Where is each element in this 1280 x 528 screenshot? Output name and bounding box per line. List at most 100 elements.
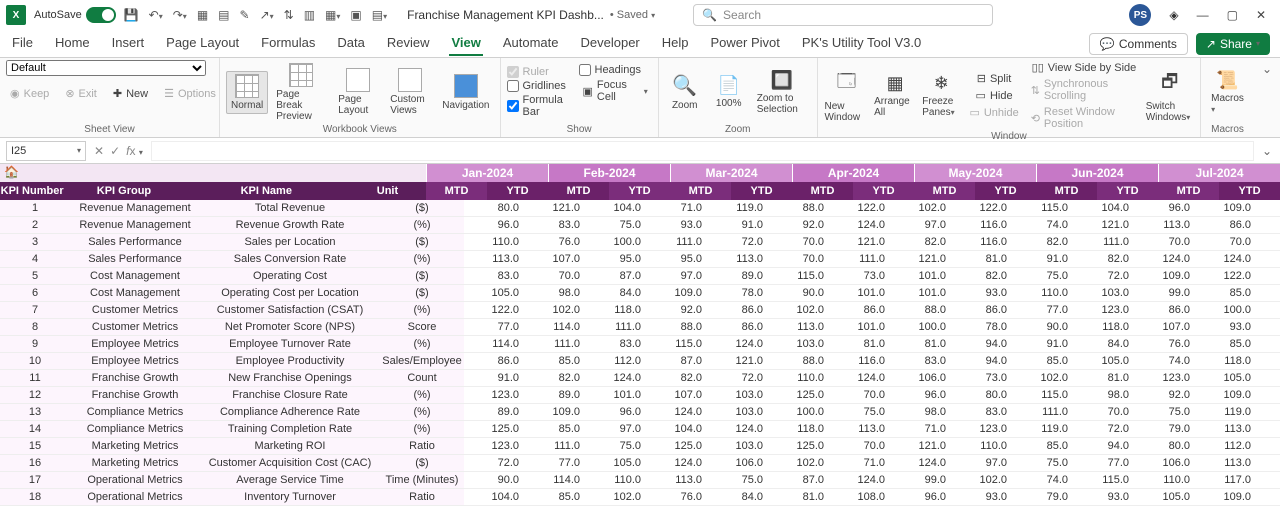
cell-value[interactable]: 84.0	[708, 489, 769, 505]
cell-value[interactable]: 115.0	[1013, 200, 1074, 216]
cell-value[interactable]: 124.0	[1196, 251, 1257, 267]
cell-value[interactable]: 92.0	[647, 302, 708, 318]
cell-value[interactable]: 95.0	[647, 251, 708, 267]
cell-kpi-name[interactable]: Total Revenue	[200, 200, 380, 216]
cell-value[interactable]: 102.0	[769, 302, 830, 318]
cell-value[interactable]: 72.0	[1074, 421, 1135, 437]
cell-value[interactable]: 109.0	[647, 285, 708, 301]
split-button[interactable]: ⊟ Split	[965, 71, 1022, 86]
cell-value[interactable]: 124.0	[891, 455, 952, 471]
cell-value[interactable]: 110.0	[1013, 285, 1074, 301]
cell-kpi-group[interactable]: Operational Metrics	[70, 489, 200, 505]
cell-kpi-name[interactable]: Operating Cost	[200, 268, 380, 284]
cell-value[interactable]: 89.0	[708, 268, 769, 284]
cell-value[interactable]: 98.0	[1074, 387, 1135, 403]
cell-value[interactable]: 81.0	[830, 336, 891, 352]
hdr-mtd[interactable]: MTD	[1036, 182, 1097, 200]
tab-automate[interactable]: Automate	[501, 31, 561, 56]
hdr-ytd[interactable]: YTD	[609, 182, 670, 200]
cell-value[interactable]: 82.0	[891, 234, 952, 250]
cell-value[interactable]: 99.0	[891, 472, 952, 488]
cell-kpi-group[interactable]: Revenue Management	[70, 200, 200, 216]
cell-unit[interactable]: (%)	[380, 251, 464, 267]
cell-value[interactable]: 83.0	[952, 404, 1013, 420]
cell-value[interactable]: 85.0	[525, 489, 586, 505]
month-header[interactable]: Jan-2024	[426, 164, 548, 182]
cell-value[interactable]: 118.0	[1196, 353, 1257, 369]
cell-value[interactable]: 90.0	[1013, 319, 1074, 335]
cell-value[interactable]: 96.0	[1135, 200, 1196, 216]
cell-value[interactable]: 75.0	[586, 438, 647, 454]
enter-formula-icon[interactable]: ✓	[110, 144, 120, 158]
custom-views-button[interactable]: Custom Views	[386, 66, 434, 118]
cell-value[interactable]: 113.0	[1196, 455, 1257, 471]
cell-kpi-number[interactable]: 12	[0, 387, 70, 403]
cell-value[interactable]: 123.0	[952, 421, 1013, 437]
cell-value[interactable]: 84.0	[1074, 336, 1135, 352]
search-box[interactable]: 🔍 Search	[693, 4, 993, 26]
cell-value[interactable]: 121.0	[891, 438, 952, 454]
hdr-unit[interactable]: Unit	[349, 182, 426, 200]
cell-kpi-name[interactable]: Inventory Turnover	[200, 489, 380, 505]
cell-value[interactable]: 79.0	[1013, 489, 1074, 505]
cell-value[interactable]: 115.0	[769, 268, 830, 284]
cell-kpi-group[interactable]: Cost Management	[70, 285, 200, 301]
user-avatar[interactable]: PS	[1129, 4, 1151, 26]
cell-kpi-name[interactable]: Average Service Time	[200, 472, 380, 488]
cell-value[interactable]: 93.0	[647, 217, 708, 233]
cell-unit[interactable]: (%)	[380, 336, 464, 352]
cell-value[interactable]: 72.0	[708, 370, 769, 386]
cell-value[interactable]: 111.0	[525, 438, 586, 454]
cell-kpi-number[interactable]: 17	[0, 472, 70, 488]
cell-value[interactable]: 124.0	[586, 370, 647, 386]
cell-value[interactable]: 78.0	[952, 319, 1013, 335]
hdr-kpi-name[interactable]: KPI Name	[184, 182, 349, 200]
tab-home[interactable]: Home	[53, 31, 92, 56]
cell-value[interactable]: 94.0	[952, 336, 1013, 352]
cell-value[interactable]: 85.0	[1196, 285, 1257, 301]
undo-icon[interactable]: ↶▾	[149, 8, 163, 22]
cell-value[interactable]: 97.0	[891, 217, 952, 233]
cell-value[interactable]: 76.0	[647, 489, 708, 505]
cell-value[interactable]: 80.0	[952, 387, 1013, 403]
cell-kpi-group[interactable]: Sales Performance	[70, 251, 200, 267]
cell-value[interactable]: 113.0	[769, 319, 830, 335]
cell-value[interactable]: 114.0	[525, 472, 586, 488]
cell-kpi-number[interactable]: 18	[0, 489, 70, 505]
cell-value[interactable]: 105.0	[464, 285, 525, 301]
cell-value[interactable]: 101.0	[891, 268, 952, 284]
cell-value[interactable]: 88.0	[769, 353, 830, 369]
cell-kpi-group[interactable]: Compliance Metrics	[70, 421, 200, 437]
cell-value[interactable]: 102.0	[769, 455, 830, 471]
file-name[interactable]: Franchise Management KPI Dashb...	[407, 8, 604, 22]
cell-value[interactable]: 73.0	[830, 268, 891, 284]
cell-value[interactable]: 74.0	[1013, 217, 1074, 233]
cell-unit[interactable]: ($)	[380, 285, 464, 301]
cell-value[interactable]: 125.0	[769, 387, 830, 403]
cell-kpi-number[interactable]: 8	[0, 319, 70, 335]
sheet-view-select[interactable]: Default	[6, 60, 206, 76]
cell-value[interactable]: 124.0	[708, 336, 769, 352]
cell-value[interactable]: 111.0	[1074, 234, 1135, 250]
month-header[interactable]: Mar-2024	[670, 164, 792, 182]
cell-value[interactable]: 75.0	[830, 404, 891, 420]
cell-value[interactable]: 86.0	[1135, 302, 1196, 318]
cell-value[interactable]: 88.0	[769, 200, 830, 216]
cell-value[interactable]: 123.0	[464, 387, 525, 403]
tab-view[interactable]: View	[449, 31, 482, 56]
cell-value[interactable]: 85.0	[525, 353, 586, 369]
cell-value[interactable]: 115.0	[647, 336, 708, 352]
cell-value[interactable]: 70.0	[769, 251, 830, 267]
headings-checkbox[interactable]: Headings	[579, 64, 652, 76]
cell-value[interactable]: 110.0	[769, 370, 830, 386]
arrange-all-button[interactable]: ▦Arrange All	[873, 71, 917, 120]
cell-value[interactable]: 111.0	[586, 319, 647, 335]
cell-value[interactable]: 106.0	[1135, 455, 1196, 471]
cell-value[interactable]: 82.0	[647, 370, 708, 386]
qat-icon-6[interactable]: ▥	[304, 8, 315, 22]
cell-value[interactable]: 123.0	[1135, 370, 1196, 386]
cell-value[interactable]: 105.0	[1196, 370, 1257, 386]
cell-kpi-number[interactable]: 15	[0, 438, 70, 454]
cell-value[interactable]: 85.0	[1013, 353, 1074, 369]
cell-value[interactable]: 118.0	[769, 421, 830, 437]
